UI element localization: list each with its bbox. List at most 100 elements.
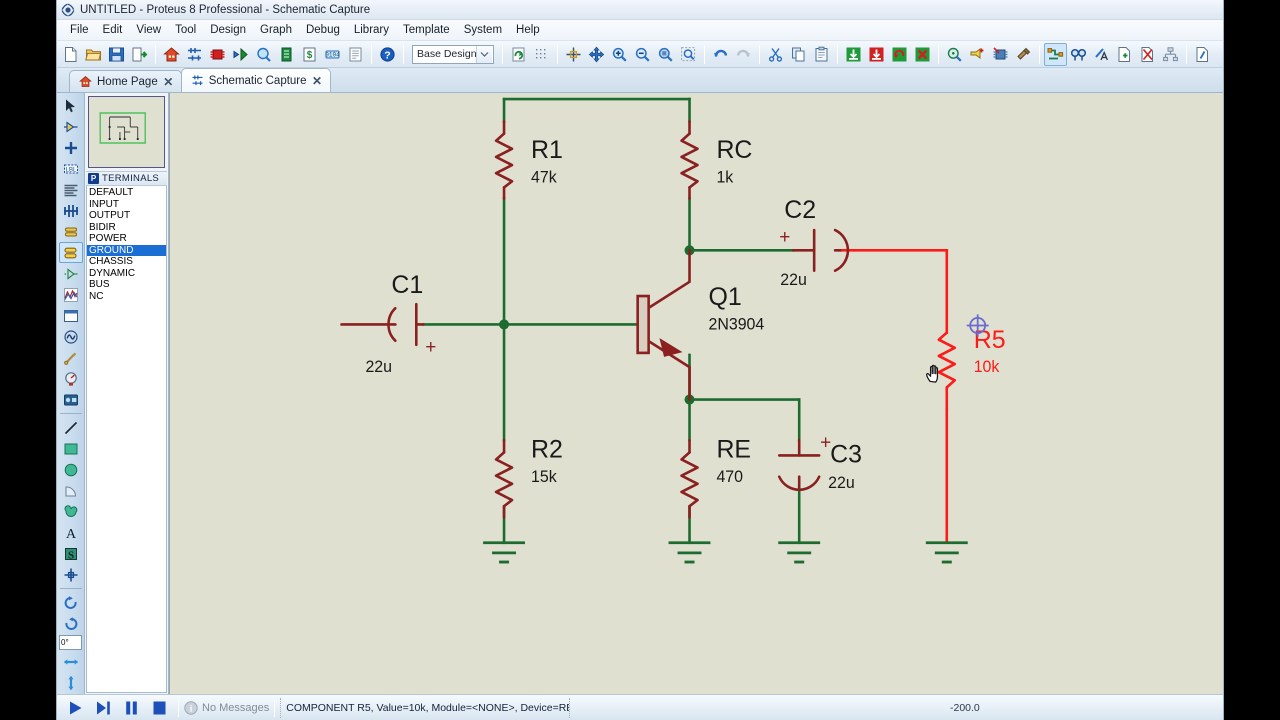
design-select[interactable]: Base Design [412,44,494,64]
menu-template[interactable]: Template [396,22,457,38]
component-R1[interactable]: R1 47k [494,120,563,200]
terminals-mode-icon[interactable] [58,242,83,263]
current-probe-mode-icon[interactable] [59,368,83,389]
zoom-all-icon[interactable] [654,43,677,66]
device-pins-mode-icon[interactable] [59,263,83,284]
close-icon[interactable]: ✕ [163,76,174,88]
component-C3[interactable]: C3 + 22u [777,432,862,492]
cut-icon[interactable] [764,43,787,66]
bill-of-materials-report-icon[interactable] [1191,43,1214,66]
open-project-icon[interactable] [82,43,105,66]
tab-schematic-capture[interactable]: Schematic Capture ✕ [180,68,331,92]
closed-path-tool-icon[interactable] [59,501,83,522]
pcb-layout-icon[interactable] [206,43,229,66]
list-item[interactable]: CHASSIS [87,256,166,268]
exit-sheet-icon[interactable] [1159,43,1182,66]
pan-icon[interactable] [585,43,608,66]
circle-tool-icon[interactable] [59,459,83,480]
menu-edit[interactable]: Edit [96,22,130,38]
line-tool-icon[interactable] [59,417,83,438]
block-rotate-icon[interactable] [888,43,911,66]
zoom-area-icon[interactable] [677,43,700,66]
list-item[interactable]: POWER [87,233,166,245]
zoom-in-icon[interactable] [608,43,631,66]
component-C1[interactable]: C1 + 22u [340,271,437,376]
component-C2[interactable]: C2 + 22u [779,196,850,289]
design-explorer-icon[interactable] [252,43,275,66]
origin-icon[interactable] [562,43,585,66]
save-project-icon[interactable] [105,43,128,66]
undo-icon[interactable] [709,43,732,66]
component-R5[interactable]: R5 10k [926,314,1006,412]
new-sheet-icon[interactable] [1113,43,1136,66]
schematic-drawing[interactable]: R1 47k RC 1k R2 15k RE 470 R5 10k C1 + 2… [170,93,1223,694]
component-RC[interactable]: RC 1k [680,120,753,200]
rotation-angle-input[interactable]: 0° [59,635,82,650]
bill-of-materials-icon[interactable]: $ [298,43,321,66]
ground-terminal[interactable] [925,541,968,564]
menu-file[interactable]: File [63,22,96,38]
mirror-vertical-icon[interactable] [59,672,83,693]
make-device-icon[interactable] [966,43,989,66]
menu-view[interactable]: View [129,22,168,38]
vsm-studio-icon[interactable]: 0104 [321,43,344,66]
component-R2[interactable]: R2 15k [494,435,563,519]
pick-device-icon[interactable] [943,43,966,66]
menu-library[interactable]: Library [347,22,396,38]
schematic-capture-icon[interactable] [183,43,206,66]
ground-terminal[interactable] [668,541,711,564]
refresh-icon[interactable] [507,43,530,66]
menu-help[interactable]: Help [509,22,547,38]
list-item[interactable]: DYNAMIC [87,268,166,280]
stop-button[interactable] [145,697,173,719]
marker-tool-icon[interactable] [59,564,83,585]
block-copy-icon[interactable] [842,43,865,66]
list-item[interactable]: BUS [87,279,166,291]
block-move-icon[interactable] [865,43,888,66]
new-project-icon[interactable] [59,43,82,66]
menu-debug[interactable]: Debug [299,22,347,38]
source-code-icon[interactable] [275,43,298,66]
arc-tool-icon[interactable] [59,480,83,501]
menu-graph[interactable]: Graph [253,22,299,38]
wire-autorouter-icon[interactable] [1044,42,1067,66]
list-item-selected[interactable]: GROUND [87,244,166,256]
close-project-icon[interactable] [128,43,151,66]
search-tag-icon[interactable] [1067,43,1090,66]
component-RE[interactable]: RE 470 [680,435,752,519]
ground-terminal[interactable] [483,541,525,564]
graph-mode-icon[interactable] [59,284,83,305]
message-status[interactable]: i No Messages [184,700,269,715]
ground-terminal[interactable] [778,541,821,564]
component-mode-icon[interactable] [59,116,83,137]
package-tool-icon[interactable] [989,43,1012,66]
project-notes-icon[interactable] [344,43,367,66]
list-item[interactable]: BIDIR [87,222,166,234]
schematic-canvas[interactable]: R1 47k RC 1k R2 15k RE 470 R5 10k C1 + 2… [169,93,1223,694]
subcircuit-mode-icon[interactable] [59,221,83,242]
selection-mode-icon[interactable] [59,95,83,116]
chevron-down-icon[interactable] [476,45,492,63]
copy-icon[interactable] [787,43,810,66]
redo-icon[interactable] [732,43,755,66]
virtual-instruments-mode-icon[interactable] [59,389,83,410]
pause-button[interactable] [117,697,145,719]
paste-icon[interactable] [810,43,833,66]
list-item[interactable]: NC [87,291,166,303]
rotate-clockwise-icon[interactable] [59,592,83,613]
toggle-grid-icon[interactable] [530,43,553,66]
rotate-anticlockwise-icon[interactable] [59,613,83,634]
box-tool-icon[interactable] [59,438,83,459]
voltage-probe-mode-icon[interactable] [59,347,83,368]
remove-sheet-icon[interactable] [1136,43,1159,66]
tape-recorder-mode-icon[interactable] [59,305,83,326]
tab-home-page[interactable]: Home Page ✕ [69,70,182,92]
close-icon[interactable]: ✕ [312,75,323,87]
step-button[interactable] [89,697,117,719]
list-item[interactable]: DEFAULT [87,187,166,199]
menu-system[interactable]: System [457,22,509,38]
schematic-canvas-area[interactable]: R1 47k RC 1k R2 15k RE 470 R5 10k C1 + 2… [169,93,1223,694]
object-list[interactable]: DEFAULT INPUT OUTPUT BIDIR POWER GROUND … [86,186,167,693]
property-assign-icon[interactable] [1090,43,1113,66]
list-item[interactable]: OUTPUT [87,210,166,222]
